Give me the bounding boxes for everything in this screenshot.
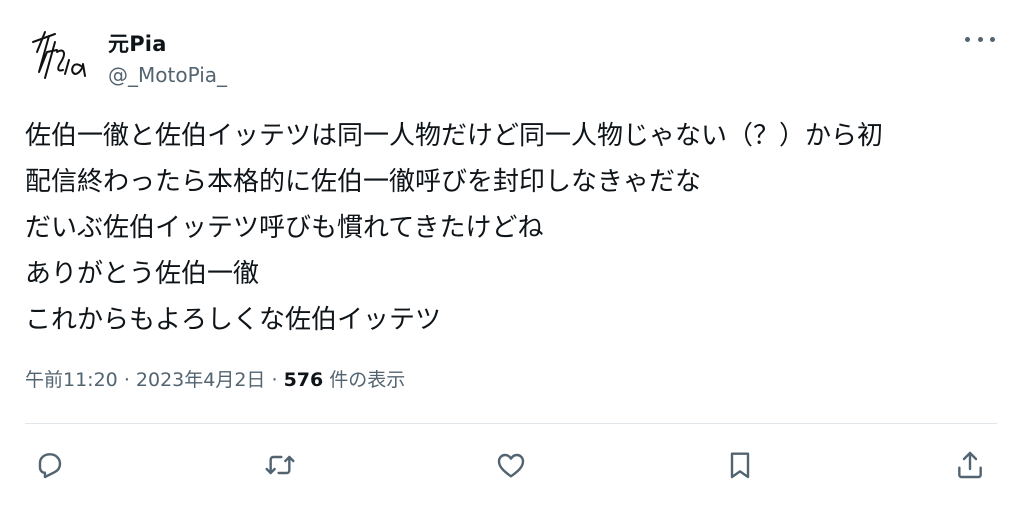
retweet-icon [265,455,295,475]
tweet-text-line: これからもよろしくな佐伯イッテツ [25,305,442,335]
tweet-text-line: ありがとう佐伯一徹 [25,259,260,289]
tweet-text-line: だいぶ佐伯イッテツ呼びも慣れてきたけどね [25,213,544,243]
bookmark-icon [730,452,750,479]
bookmark-button[interactable] [722,447,758,483]
dot [977,36,983,42]
author-handle[interactable]: @_MotoPia_ [108,63,227,87]
views-label[interactable]: 件の表示 [329,369,405,391]
dot [965,36,970,42]
meta-separator: · [123,369,136,391]
share-icon [958,451,982,479]
tweet-text-line: 佐伯一徹と佐伯イッテツは同一人物だけど同一人物じゃない（？）から初 [25,121,884,151]
reply-button[interactable] [32,447,68,483]
views-count[interactable]: 576 [284,369,324,391]
reply-icon [38,453,62,479]
tweet-card: 元Pia @_MotoPia_ 佐伯一徹と佐伯イッテツは同一人物だけど同一人物じ… [0,0,1024,514]
share-button[interactable] [952,447,988,483]
tweet-text: 佐伯一徹と佐伯イッテツは同一人物だけど同一人物じゃない（？）から初 配信終わった… [25,113,883,343]
tweet-time[interactable]: 午前11:20 [25,369,118,391]
tweet-text-line: 配信終わったら本格的に佐伯一徹呼びを封印しなきゃだな [25,167,702,197]
signature-logo [32,31,86,79]
avatar[interactable] [27,22,91,86]
more-options-icon[interactable] [965,27,995,51]
tweet-meta: 午前11:20 · 2023年4月2日 · 576 件の表示 [25,365,405,392]
dot [990,36,995,42]
retweet-button[interactable] [262,447,298,483]
like-button[interactable] [493,447,529,483]
like-icon [497,453,525,478]
author-display-name[interactable]: 元Pia [108,28,167,58]
meta-separator: · [271,369,284,391]
tweet-date[interactable]: 2023年4月2日 [136,369,266,391]
divider [25,423,997,424]
